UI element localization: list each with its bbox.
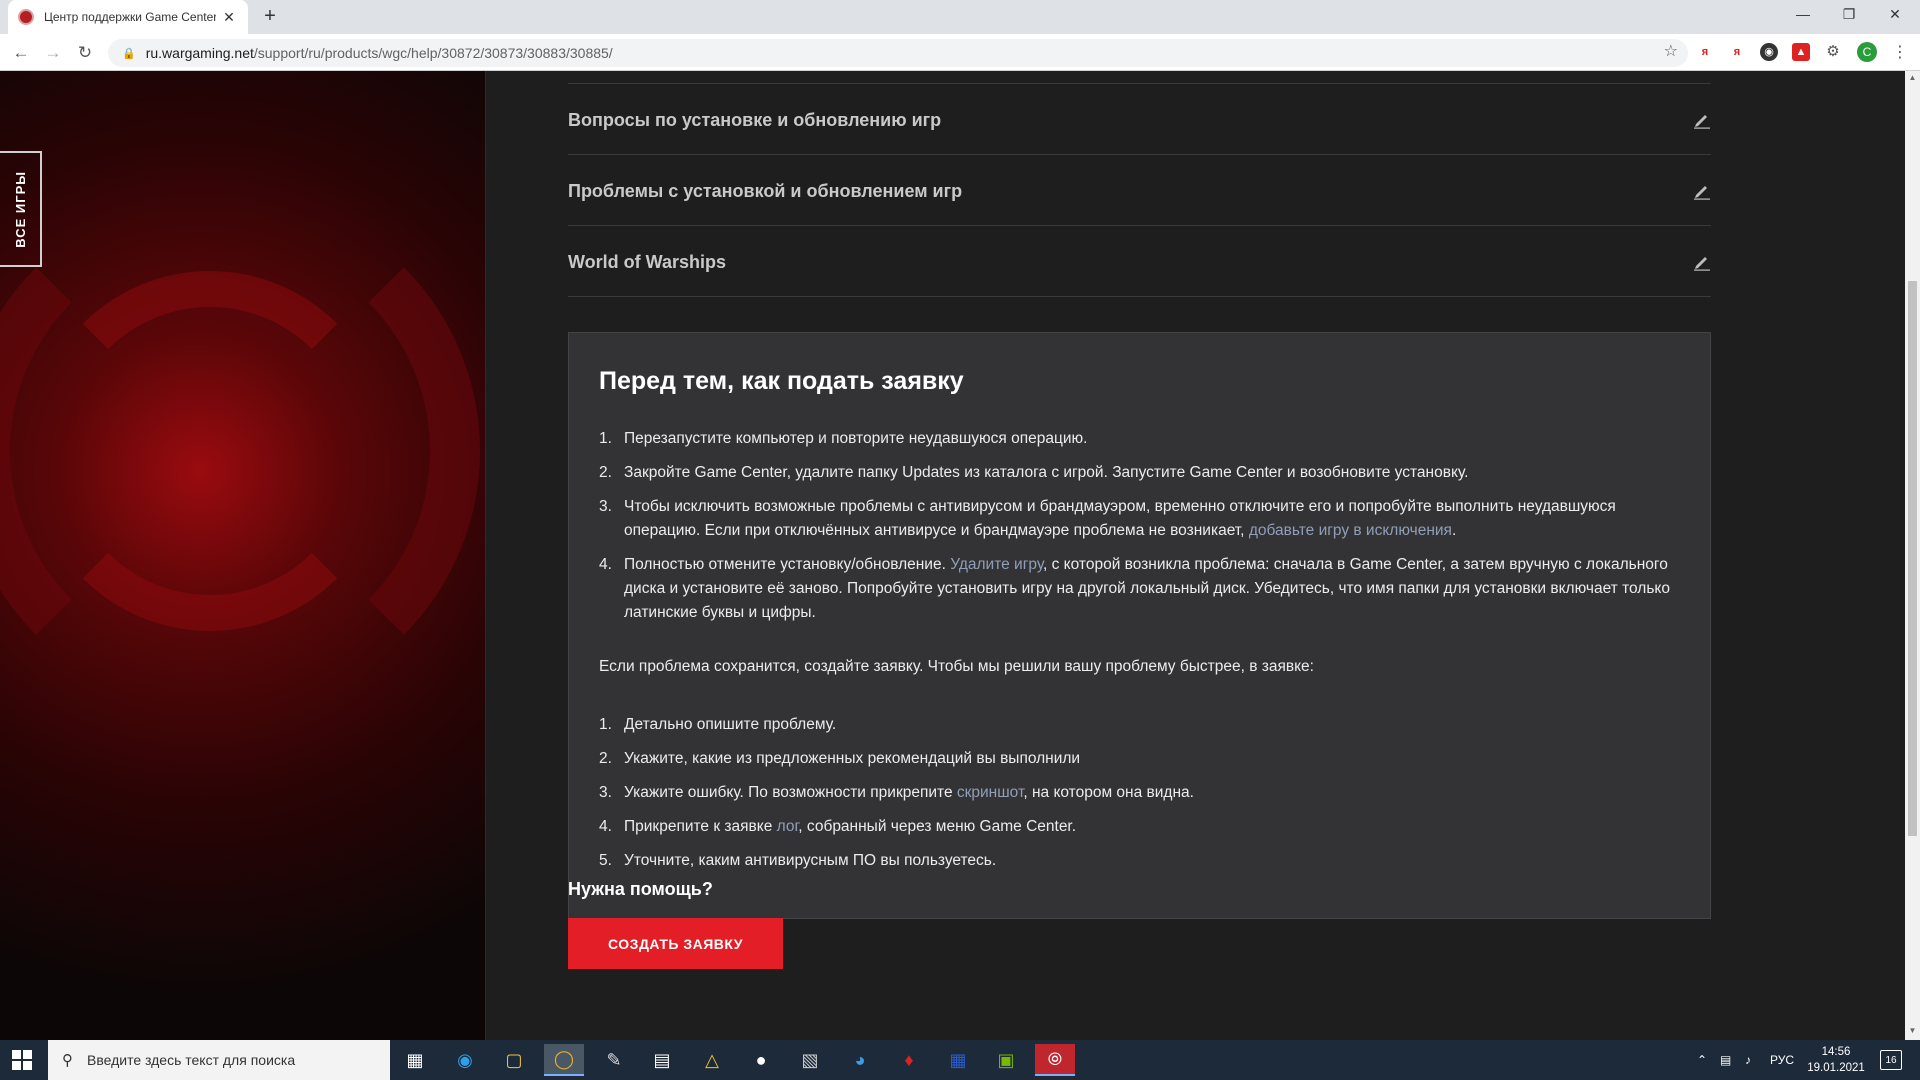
accordion-item[interactable]: Вопросы по установке и обновлению игр: [568, 84, 1711, 155]
accordion-title: Вопросы по установке и обновлению игр: [568, 110, 942, 130]
wargaming-favicon-icon: [18, 9, 34, 25]
wargaming-game-center-icon[interactable]: ⦾: [1035, 1044, 1075, 1076]
pdf-extension-icon[interactable]: ▲: [1792, 43, 1810, 61]
network-icon[interactable]: ▤: [1720, 1040, 1731, 1080]
language-indicator[interactable]: РУС: [1770, 1040, 1794, 1080]
extension-shield-icon[interactable]: ◉: [1760, 43, 1778, 61]
scroll-up-icon[interactable]: ▲: [1907, 73, 1918, 82]
window-close-icon[interactable]: ✕: [1872, 0, 1918, 30]
windows-start-icon[interactable]: [12, 1050, 32, 1070]
list-item: 3. Чтобы исключить возможные проблемы с а…: [599, 498, 1616, 539]
edge-browser-icon[interactable]: ◉: [445, 1044, 485, 1076]
calculator-icon[interactable]: ▧: [790, 1044, 830, 1076]
browser-menu-icon[interactable]: ⋮: [1892, 42, 1908, 62]
task-view-icon[interactable]: ▦: [395, 1044, 435, 1076]
yandex-extension-icon[interactable]: я: [1728, 43, 1746, 61]
panel-heading: Перед тем, как подать заявку: [599, 367, 964, 395]
panda-app-icon[interactable]: ●: [741, 1044, 781, 1076]
scroll-down-icon[interactable]: ▼: [1907, 1026, 1918, 1035]
word-icon[interactable]: ▦: [938, 1044, 978, 1076]
before-request-panel: Перед тем, как подать заявку 1. Перезапус…: [568, 332, 1711, 919]
back-arrow-icon[interactable]: ←: [10, 42, 32, 64]
search-icon: ⚲: [62, 1052, 73, 1069]
edit-pencil-icon[interactable]: [1693, 253, 1711, 271]
browser-tab[interactable]: Центр поддержки Game Center ✕: [8, 0, 248, 34]
warning-triangle-app-icon[interactable]: △: [692, 1044, 732, 1076]
requirements-list: 1. Детально опишите проблему. 2. Укажите, …: [599, 713, 1679, 883]
minimize-icon[interactable]: —: [1780, 0, 1826, 30]
list-item: 3. Укажите ошибку. По возможности прикреп…: [599, 784, 1194, 801]
accordion-item[interactable]: World of Warships: [568, 226, 1711, 297]
file-explorer-icon[interactable]: ▢: [494, 1044, 534, 1076]
notifications-icon[interactable]: 16: [1880, 1050, 1902, 1070]
list-item: 4. Прикрепите к заявке лог, собранный чер…: [599, 818, 1077, 835]
list-item: 1. Перезапустите компьютер и повторите не…: [599, 430, 1088, 447]
all-games-tab[interactable]: ВСЕ ИГРЫ: [0, 151, 42, 267]
clock[interactable]: 14:56 19.01.2021: [1806, 1044, 1866, 1076]
nvidia-icon[interactable]: ▣: [986, 1044, 1026, 1076]
log-link[interactable]: лог: [777, 818, 799, 835]
scroll-thumb[interactable]: [1908, 281, 1917, 836]
lock-icon: 🔒: [122, 47, 136, 60]
add-to-exceptions-link[interactable]: добавьте игру в исключения: [1249, 522, 1452, 539]
edit-pencil-icon[interactable]: [1693, 182, 1711, 200]
list-item: 5. Уточните, каким антивирусным ПО вы пол…: [599, 852, 997, 869]
edit-pencil-icon[interactable]: [1693, 111, 1711, 129]
game-app-icon[interactable]: ♦: [889, 1044, 929, 1076]
volume-icon[interactable]: ♪: [1745, 1040, 1751, 1080]
taskbar-search-input[interactable]: ⚲ Введите здесь текст для поиска: [48, 1040, 390, 1080]
windows-taskbar: ⚲ Введите здесь текст для поиска ▦ ◉ ▢ ◯…: [0, 1040, 1920, 1080]
tab-close-icon[interactable]: ✕: [220, 9, 238, 26]
address-bar[interactable]: 🔒 ru.wargaming.net/support/ru/products/w…: [108, 39, 1688, 67]
store-bag-icon[interactable]: ▤: [642, 1044, 682, 1076]
browser-toolbar: ← → ↻ 🔒 ru.wargaming.net/support/ru/prod…: [0, 34, 1920, 71]
url-text: ru.wargaming.net/support/ru/products/wgc…: [145, 45, 613, 61]
extensions-puzzle-icon[interactable]: ⚙: [1824, 43, 1842, 61]
browser-tab-bar: Центр поддержки Game Center ✕ + — ❐ ✕: [0, 0, 1920, 34]
list-item: 2. Закройте Game Center, удалите папку Up…: [599, 464, 1469, 481]
web-page: ВСЕ ИГРЫ Вопросы по установке и обновлен…: [0, 71, 1905, 1040]
profile-avatar[interactable]: C: [1857, 42, 1877, 62]
internet-explorer-icon[interactable]: ◕: [840, 1044, 880, 1076]
accordion-title: Проблемы с установкой и обновлением игр: [568, 181, 963, 201]
list-item: 2. Укажите, какие из предложенных рекомен…: [599, 750, 1081, 767]
tab-title: Центр поддержки Game Center: [44, 10, 216, 24]
restore-icon[interactable]: ❐: [1826, 0, 1872, 30]
steps-list: 1. Перезапустите компьютер и повторите не…: [599, 427, 1679, 635]
list-item: 4. Полностью отмените установку/обновлени…: [599, 556, 1670, 621]
list-item: 1. Детально опишите проблему.: [599, 716, 837, 733]
forward-arrow-icon[interactable]: →: [42, 42, 64, 64]
page-scrollbar[interactable]: ▲ ▼: [1905, 71, 1920, 1040]
create-request-button[interactable]: СОЗДАТЬ ЗАЯВКУ: [568, 918, 783, 969]
uninstall-game-link[interactable]: Удалите игру: [950, 556, 1043, 573]
reload-icon[interactable]: ↻: [74, 42, 96, 64]
need-help-heading: Нужна помощь?: [568, 879, 713, 899]
tray-chevron-icon[interactable]: ⌃: [1697, 1040, 1707, 1080]
pen-tool-icon[interactable]: ✎: [594, 1044, 634, 1076]
screenshot-link[interactable]: скриншот: [957, 784, 1023, 801]
accordion-title: World of Warships: [568, 252, 727, 272]
accordion-item[interactable]: Проблемы с установкой и обновлением игр: [568, 155, 1711, 226]
sidebar-background: [0, 71, 485, 1040]
yandex-extension-icon[interactable]: я: [1696, 43, 1714, 61]
chrome-browser-icon[interactable]: ◯: [544, 1044, 584, 1076]
new-tab-button[interactable]: +: [258, 4, 282, 28]
request-paragraph: Если проблема сохранится, создайте заявк…: [599, 658, 1314, 675]
bookmark-star-icon[interactable]: ☆: [1664, 41, 1678, 61]
